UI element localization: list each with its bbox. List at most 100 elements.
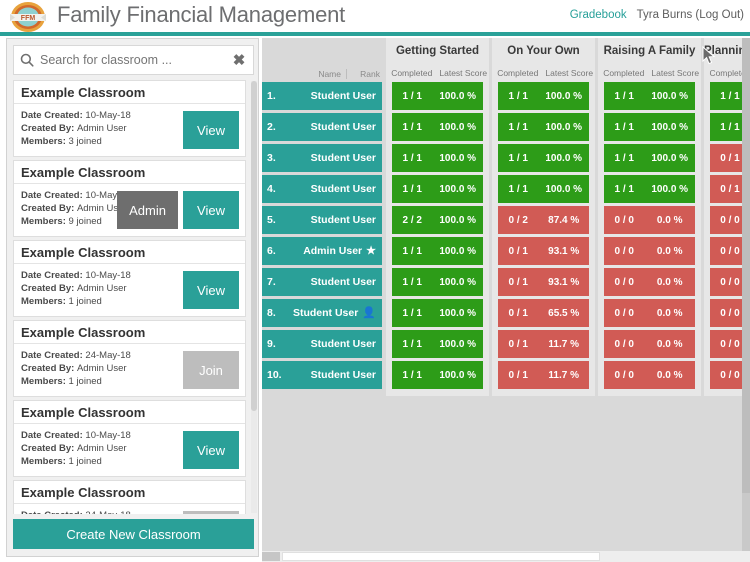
- score-cell[interactable]: 1 / 1 100.0 %: [604, 113, 695, 141]
- page-root: FFM Family Financial Management Gradeboo…: [0, 0, 750, 562]
- completed-subheader: Completed: [391, 68, 433, 78]
- classroom-list[interactable]: Example Classroom Date Created: 10-May-18…: [13, 80, 254, 514]
- score-cell[interactable]: 1 / 1 100.0 %: [392, 175, 483, 203]
- table-row[interactable]: 3. Student User: [262, 144, 382, 172]
- search-bar[interactable]: ✖: [13, 45, 254, 75]
- score-cell[interactable]: 0 / 2 87.4 %: [498, 206, 589, 234]
- student-rank: 5.: [267, 214, 276, 226]
- join-button[interactable]: Join: [183, 511, 239, 514]
- table-row[interactable]: 1. Student User: [262, 82, 382, 110]
- score-cell[interactable]: 1 / 1 100.0 %: [392, 144, 483, 172]
- score-cell[interactable]: 0 / 0 0.0 %: [604, 237, 695, 265]
- score-cell[interactable]: 0 / 1 65.5 %: [498, 299, 589, 327]
- score-cell[interactable]: 1 / 1 100.0 %: [392, 268, 483, 296]
- classroom-date-value: 24-May-18: [85, 510, 130, 514]
- close-icon[interactable]: ✖: [225, 53, 253, 68]
- student-rank: 8.: [267, 307, 276, 319]
- person-icon: 👤: [362, 306, 376, 319]
- view-button[interactable]: View: [183, 191, 239, 229]
- user-logout-label[interactable]: Tyra Burns (Log Out): [637, 9, 744, 21]
- score-cell[interactable]: 0 / 1 11.7 %: [498, 361, 589, 389]
- score-cell[interactable]: 0 / 0 0.0 %: [604, 299, 695, 327]
- latest-score-value: 93.1 %: [548, 245, 580, 257]
- table-row[interactable]: 8. Student User 👤: [262, 299, 382, 327]
- search-input[interactable]: [40, 53, 225, 67]
- score-cell[interactable]: 1 / 1 100.0 %: [498, 144, 589, 172]
- admin-button[interactable]: Admin: [117, 191, 178, 229]
- view-button[interactable]: View: [183, 431, 239, 469]
- completed-value: 1 / 1: [402, 90, 422, 102]
- score-cell[interactable]: 1 / 1 100.0 %: [392, 361, 483, 389]
- gradebook-hscroll-track-left[interactable]: [262, 552, 280, 561]
- latest-score-value: 93.1 %: [548, 276, 580, 288]
- classroom-title: Example Classroom: [14, 161, 245, 184]
- table-row[interactable]: 2. Student User: [262, 113, 382, 141]
- join-button[interactable]: Join: [183, 351, 239, 389]
- score-cell[interactable]: 0 / 1 93.1 %: [498, 268, 589, 296]
- score-cell[interactable]: 1 / 1 100.0 %: [604, 82, 695, 110]
- latest-score-value: 100.0 %: [439, 214, 477, 226]
- module-title: On Your Own: [507, 45, 580, 57]
- table-row[interactable]: 9. Student User: [262, 330, 382, 358]
- classroom-members-value: 1 joined: [68, 456, 102, 467]
- score-cell[interactable]: 1 / 1 100.0 %: [392, 299, 483, 327]
- score-cell[interactable]: 0 / 1 93.1 %: [498, 237, 589, 265]
- ffm-logo-icon: FFM: [6, 1, 50, 33]
- gradebook-vertical-scrollbar[interactable]: [742, 38, 750, 554]
- gradebook-vscroll-thumb[interactable]: [742, 38, 750, 493]
- score-cell[interactable]: 1 / 1 100.0 %: [498, 175, 589, 203]
- score-cell[interactable]: 2 / 2 100.0 %: [392, 206, 483, 234]
- classroom-card[interactable]: Example ClassroomDate Created: 24-May-18…: [13, 480, 246, 514]
- table-row[interactable]: 10. Student User: [262, 361, 382, 389]
- sidebar-scrollbar[interactable]: [251, 81, 257, 513]
- gradebook-link[interactable]: Gradebook: [570, 9, 627, 21]
- module-title: Getting Started: [395, 45, 480, 57]
- classroom-details: Date Created: 10-May-18 Created By: Admin…: [14, 104, 245, 156]
- score-cell[interactable]: 1 / 1 100.0 %: [392, 330, 483, 358]
- score-cell[interactable]: 1 / 1 100.0 %: [392, 82, 483, 110]
- table-row[interactable]: 5. Student User: [262, 206, 382, 234]
- score-cell[interactable]: 0 / 0 0.0 %: [604, 206, 695, 234]
- score-cell[interactable]: 0 / 0 0.0 %: [604, 268, 695, 296]
- score-cell[interactable]: 1 / 1 100.0 %: [392, 237, 483, 265]
- table-row[interactable]: 4. Student User: [262, 175, 382, 203]
- classroom-card[interactable]: Example Classroom Date Created: 10-May-18…: [13, 400, 246, 477]
- classroom-title: Example Classroom: [14, 401, 245, 424]
- sidebar-scrollbar-thumb[interactable]: [251, 81, 257, 411]
- completed-value: 0 / 0: [614, 307, 634, 319]
- student-rank: 10.: [267, 369, 282, 381]
- score-cell[interactable]: 0 / 0 0.0 %: [604, 330, 695, 358]
- module-header: Raising A Family Completed Latest Score: [598, 38, 701, 82]
- classroom-actions: Join: [183, 351, 239, 389]
- classroom-card[interactable]: Example Classroom Date Created: 10-May-18…: [13, 80, 246, 157]
- classroom-creator-value: Admin User: [76, 283, 127, 294]
- view-button[interactable]: View: [183, 271, 239, 309]
- completed-value: 0 / 0: [614, 369, 634, 381]
- score-cell[interactable]: 0 / 1 11.7 %: [498, 330, 589, 358]
- latest-score-value: 87.4 %: [548, 214, 580, 226]
- student-name: Student User: [310, 338, 376, 350]
- classroom-card[interactable]: Example Classroom Date Created: 10-May-18…: [13, 240, 246, 317]
- classroom-card[interactable]: Example ClassroomDate Created: 24-May-18…: [13, 320, 246, 397]
- score-cell[interactable]: 1 / 1 100.0 %: [498, 113, 589, 141]
- completed-value: 0 / 0: [614, 245, 634, 257]
- gradebook-horizontal-scrollbar[interactable]: [262, 551, 750, 562]
- name-column-header: Name Rank: [262, 38, 382, 82]
- score-cell[interactable]: 1 / 1 100.0 %: [604, 175, 695, 203]
- create-new-classroom-button[interactable]: Create New Classroom: [13, 519, 254, 549]
- score-cell[interactable]: 1 / 1 100.0 %: [498, 82, 589, 110]
- table-row[interactable]: 6. Admin User ★: [262, 237, 382, 265]
- classroom-actions: View: [183, 271, 239, 309]
- table-row[interactable]: 7. Student User: [262, 268, 382, 296]
- completed-value: 1 / 1: [614, 90, 634, 102]
- score-cell[interactable]: 0 / 0 0.0 %: [604, 361, 695, 389]
- gradebook-hscroll-thumb[interactable]: [282, 552, 600, 561]
- score-cell[interactable]: 1 / 1 100.0 %: [392, 113, 483, 141]
- classroom-actions: View: [183, 431, 239, 469]
- student-name: Student User: [310, 276, 376, 288]
- score-cell[interactable]: 1 / 1 100.0 %: [604, 144, 695, 172]
- latest-score-subheader: Latest Score: [439, 68, 488, 78]
- view-button[interactable]: View: [183, 111, 239, 149]
- classroom-members-value: 9 joined: [68, 216, 102, 227]
- classroom-card[interactable]: Example Classroom Date Created: 10-May-18…: [13, 160, 246, 237]
